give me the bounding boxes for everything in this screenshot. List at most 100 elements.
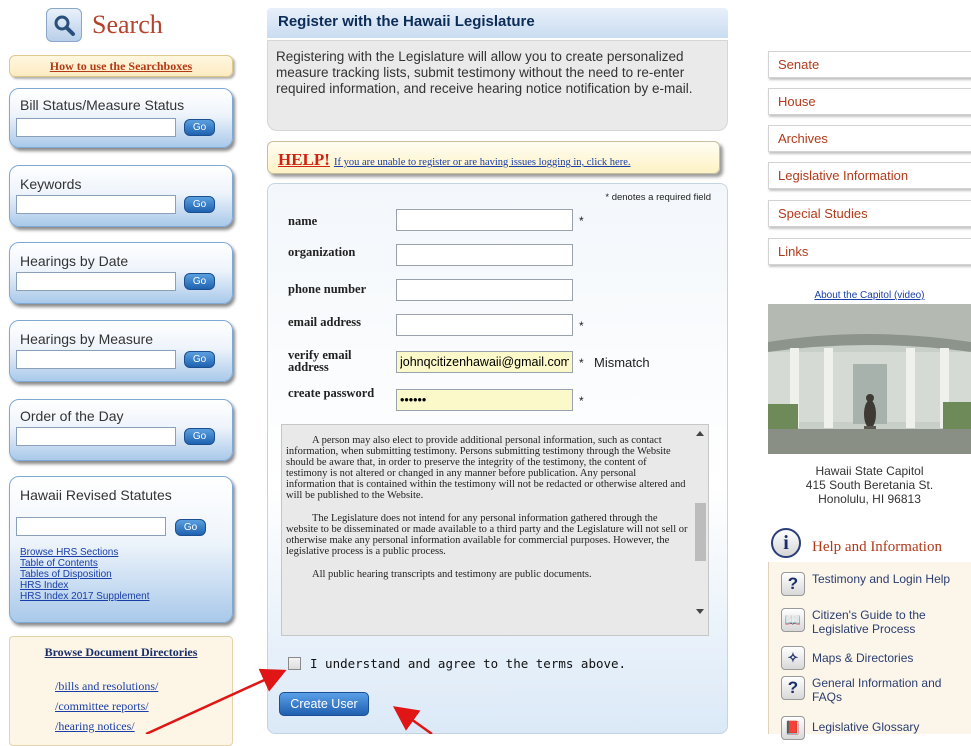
help-label[interactable]: HELP! <box>278 150 330 169</box>
terms-paragraph: All public hearing transcripts and testi… <box>312 569 592 580</box>
verify-email-row: verify email address * Mismatch <box>288 349 708 377</box>
phone-row: phone number <box>288 279 708 303</box>
keywords-input[interactable] <box>16 195 176 214</box>
box-label: Order of the Day <box>20 408 124 424</box>
help-item-label[interactable]: General Information and FAQs <box>812 676 962 704</box>
help-item-citizens-guide[interactable]: 📖 Citizen's Guide to the Legislative Pro… <box>781 608 962 636</box>
right-sidebar: Senate House Archives Legislative Inform… <box>768 0 971 740</box>
box-label: Hearings by Date <box>20 253 129 269</box>
keywords-search-box: Keywords Go <box>9 165 233 227</box>
agree-terms-checkbox[interactable] <box>288 657 301 670</box>
help-item-general-info[interactable]: ? General Information and FAQs <box>781 676 962 704</box>
email-mismatch-status: Mismatch <box>594 355 650 370</box>
guide-book-icon: 📖 <box>781 608 805 632</box>
hrs-links: Browse HRS Sections Table of Contents Ta… <box>20 547 150 602</box>
capitol-city: Honolulu, HI 96813 <box>818 492 921 506</box>
field-label: phone number <box>288 282 367 296</box>
question-icon: ? <box>781 572 805 596</box>
hearings-by-measure-search-box: Hearings by Measure Go <box>9 320 233 382</box>
help-link[interactable]: If you are unable to register or are hav… <box>334 157 631 168</box>
required-marker: * <box>579 356 584 370</box>
required-marker: * <box>579 214 584 228</box>
question-icon: ? <box>781 676 805 700</box>
registration-form: * denotes a required field name * organi… <box>267 183 728 734</box>
how-to-use-searchboxes-link[interactable]: How to use the Searchboxes <box>9 55 233 77</box>
bills-and-resolutions-link[interactable]: /bills and resolutions/ <box>55 679 158 694</box>
name-row: name * <box>288 209 708 233</box>
scroll-up-icon[interactable] <box>696 431 704 436</box>
browse-hrs-sections-link[interactable]: Browse HRS Sections <box>20 547 150 558</box>
registration-intro: Registering with the Legislature will al… <box>267 40 728 131</box>
email-row: email address * <box>288 314 708 338</box>
help-item-glossary[interactable]: 📕 Legislative Glossary <box>781 716 962 740</box>
name-input[interactable] <box>396 209 573 231</box>
nav-senate[interactable]: Senate <box>768 51 971 78</box>
nav-links[interactable]: Links <box>768 238 971 265</box>
hearings-measure-input[interactable] <box>16 350 176 369</box>
agree-terms-label[interactable]: I understand and agree to the terms abov… <box>310 656 626 671</box>
committee-reports-link[interactable]: /committee reports/ <box>55 699 149 714</box>
required-marker: * <box>579 394 584 408</box>
scroll-down-icon[interactable] <box>696 609 704 614</box>
help-item-label[interactable]: Citizen's Guide to the Legislative Proce… <box>812 608 962 636</box>
go-button[interactable]: Go <box>184 196 215 213</box>
box-label: Hawaii Revised Statutes <box>20 487 172 503</box>
go-button[interactable]: Go <box>175 519 206 536</box>
capitol-photo[interactable] <box>768 304 971 454</box>
info-icon: i <box>771 528 801 558</box>
table-of-contents-link[interactable]: Table of Contents <box>20 558 150 569</box>
order-of-the-day-search-box: Order of the Day Go <box>9 399 233 461</box>
terms-paragraph: The Legislature does not intend for any … <box>286 513 688 557</box>
page-title: Register with the Hawaii Legislature <box>267 8 728 38</box>
nav-house[interactable]: House <box>768 88 971 115</box>
help-and-information-title: Help and Information <box>812 539 942 555</box>
box-label: Keywords <box>20 176 82 192</box>
terms-scrollbar[interactable] <box>693 425 708 635</box>
nav-legislative-information[interactable]: Legislative Information <box>768 162 971 189</box>
hearing-notices-link[interactable]: /hearing notices/ <box>55 719 135 734</box>
help-item-testimony-login[interactable]: ? Testimony and Login Help <box>781 572 962 596</box>
help-item-maps-directories[interactable]: ✧ Maps & Directories <box>781 646 962 670</box>
bill-status-input[interactable] <box>16 118 176 137</box>
compass-icon: ✧ <box>781 646 805 670</box>
tables-of-disposition-link[interactable]: Tables of Disposition <box>20 569 150 580</box>
nav-archives[interactable]: Archives <box>768 125 971 152</box>
go-button[interactable]: Go <box>184 351 215 368</box>
search-header: Search <box>46 8 163 42</box>
browse-directories-title[interactable]: Browse Document Directories <box>10 645 232 660</box>
hrs-index-link[interactable]: HRS Index <box>20 580 150 591</box>
create-user-button[interactable]: Create User <box>279 692 369 716</box>
box-label: Hearings by Measure <box>20 331 154 347</box>
scroll-thumb[interactable] <box>695 503 706 561</box>
box-label: Bill Status/Measure Status <box>20 97 185 113</box>
about-capitol-video-link[interactable]: About the Capitol (video) <box>768 290 971 301</box>
help-item-label[interactable]: Testimony and Login Help <box>812 572 962 586</box>
hrs-input[interactable] <box>16 517 166 536</box>
help-item-label[interactable]: Maps & Directories <box>812 651 962 665</box>
search-icon <box>46 8 82 42</box>
hearings-date-input[interactable] <box>16 272 176 291</box>
create-password-input[interactable] <box>396 389 573 411</box>
go-button[interactable]: Go <box>184 273 215 290</box>
field-label: verify email address <box>288 348 352 374</box>
phone-number-input[interactable] <box>396 279 573 301</box>
verify-email-input[interactable] <box>396 351 573 373</box>
email-address-input[interactable] <box>396 314 573 336</box>
help-links-list: ? Testimony and Login Help 📖 Citizen's G… <box>768 562 971 740</box>
book-icon: 📕 <box>781 716 805 740</box>
capitol-street: 415 South Beretania St. <box>805 478 934 492</box>
hrs-index-2017-supplement-link[interactable]: HRS Index 2017 Supplement <box>20 591 150 602</box>
order-of-day-input[interactable] <box>16 427 176 446</box>
help-item-label[interactable]: Legislative Glossary <box>812 720 962 734</box>
hearings-by-date-search-box: Hearings by Date Go <box>9 242 233 304</box>
help-banner[interactable]: HELP! If you are unable to register or ar… <box>267 141 720 174</box>
bill-status-search-box: Bill Status/Measure Status Go <box>9 88 233 148</box>
terms-textarea[interactable]: A person may also elect to provide addit… <box>281 424 709 636</box>
go-button[interactable]: Go <box>184 428 215 445</box>
go-button[interactable]: Go <box>184 119 215 136</box>
hawaii-revised-statutes-search-box: Hawaii Revised Statutes Go Browse HRS Se… <box>9 476 233 623</box>
nav-special-studies[interactable]: Special Studies <box>768 200 971 227</box>
organization-input[interactable] <box>396 244 573 266</box>
field-label: create password <box>288 386 375 400</box>
registration-panel: Register with the Hawaii Legislature Reg… <box>267 0 728 734</box>
